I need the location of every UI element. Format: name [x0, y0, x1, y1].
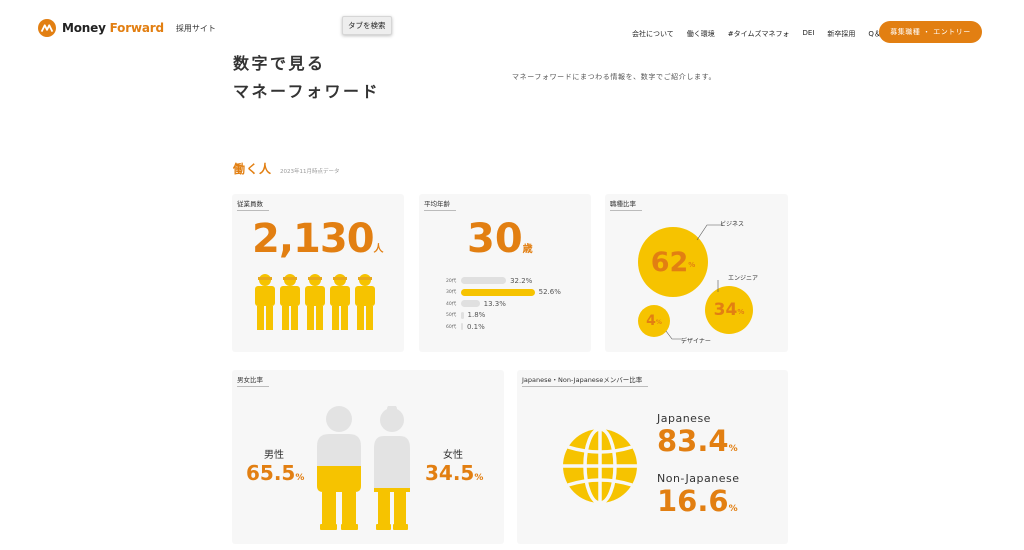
age-row-value: 0.1%	[467, 322, 485, 331]
age-row: 40代 13.3%	[446, 299, 506, 308]
age-row: 30代 52.6%	[446, 288, 561, 297]
employees-label: 従業員数	[237, 198, 269, 211]
nav-item-about[interactable]: 会社について	[632, 29, 674, 39]
male-percentage: 65.5%	[246, 461, 305, 485]
age-row-bar	[461, 288, 535, 296]
business-label: ビジネス	[720, 221, 745, 228]
nationality-ratio-card: Japanese・Non-Japaneseメンバー比率 Japanese 83.…	[517, 370, 788, 544]
job-ratio-card: 職種比率 62% ビジネス 34% エンジニア 4% デザイナー	[605, 194, 788, 352]
employees-count: 2,130人	[252, 216, 384, 262]
age-row-bar	[461, 300, 480, 307]
average-age-label: 平均年齢	[424, 198, 456, 211]
engineer-label: エンジニア	[728, 275, 759, 282]
average-age-card: 平均年齢 30歳 20代 32.2% 30代 52.6% 40代 13.3% 50代 1.8%…	[419, 194, 591, 352]
globe-icon	[563, 427, 637, 505]
tab-search-tooltip: タブを検索	[342, 16, 392, 35]
nationality-ratio-label: Japanese・Non-Japaneseメンバー比率	[522, 374, 649, 387]
section-date: 2023年11月時点データ	[280, 169, 340, 175]
gender-ratio-label: 男女比率	[237, 374, 269, 387]
age-row-bar	[461, 311, 464, 319]
age-row-bar	[461, 323, 463, 330]
age-row-label: 40代	[446, 301, 457, 307]
non-japanese-percentage: 16.6%	[657, 484, 738, 518]
age-row-value: 32.2%	[510, 276, 533, 285]
age-row-label: 30代	[446, 290, 457, 295]
nav-item-environment[interactable]: 働く環境	[687, 29, 715, 39]
page-title: 数字で見る マネーフォワード	[233, 54, 381, 101]
page-description: マネーフォワードにまつわる情報を、数字でご紹介します。	[512, 73, 717, 81]
money-forward-logo-icon	[38, 19, 56, 37]
age-row-label: 50代	[446, 313, 457, 318]
average-age-value: 30歳	[467, 216, 533, 262]
designer-label: デザイナー	[681, 338, 711, 345]
logo-subtitle: 採用サイト	[175, 23, 216, 33]
section-title: 働く人	[233, 162, 273, 176]
people-icon	[255, 274, 375, 330]
female-percentage: 34.5%	[425, 461, 484, 485]
female-label: 女性	[443, 450, 463, 461]
nav-item-new-grad[interactable]: 新卒採用	[827, 29, 855, 39]
nav-item-times[interactable]: #タイムズマネフォ	[728, 29, 790, 39]
age-row: 60代 0.1%	[446, 322, 485, 331]
age-row-bar	[461, 277, 507, 284]
logo-text: Money Forward	[62, 21, 164, 35]
age-row-label: 20代	[446, 278, 457, 284]
age-row-value: 52.6%	[538, 288, 561, 296]
age-row: 20代 32.2%	[446, 276, 532, 285]
employees-card: 従業員数 2,130人	[232, 194, 404, 352]
japanese-percentage: 83.4%	[657, 424, 738, 458]
job-ratio-label: 職種比率	[610, 198, 642, 211]
engineer-callout-line	[717, 280, 719, 292]
age-row-value: 1.8%	[467, 311, 486, 319]
section-heading: 働く人 2023年11月時点データ	[233, 160, 340, 177]
entry-button[interactable]: 募集職種 ・ エントリー	[879, 21, 982, 43]
male-label: 男性	[264, 450, 284, 461]
main-nav: 会社について 働く環境 #タイムズマネフォ DEI 新卒採用 Q＆A	[632, 29, 899, 39]
logo[interactable]: Money Forward 採用サイト	[38, 19, 216, 37]
nav-item-dei[interactable]: DEI	[803, 29, 815, 39]
gender-ratio-card: 男女比率 男性 65.5% 女性 34.5%	[232, 370, 504, 544]
gender-figures-icon	[317, 406, 410, 530]
age-row: 50代 1.8%	[446, 311, 485, 320]
age-row-label: 60代	[446, 324, 457, 330]
age-row-value: 13.3%	[483, 299, 506, 308]
